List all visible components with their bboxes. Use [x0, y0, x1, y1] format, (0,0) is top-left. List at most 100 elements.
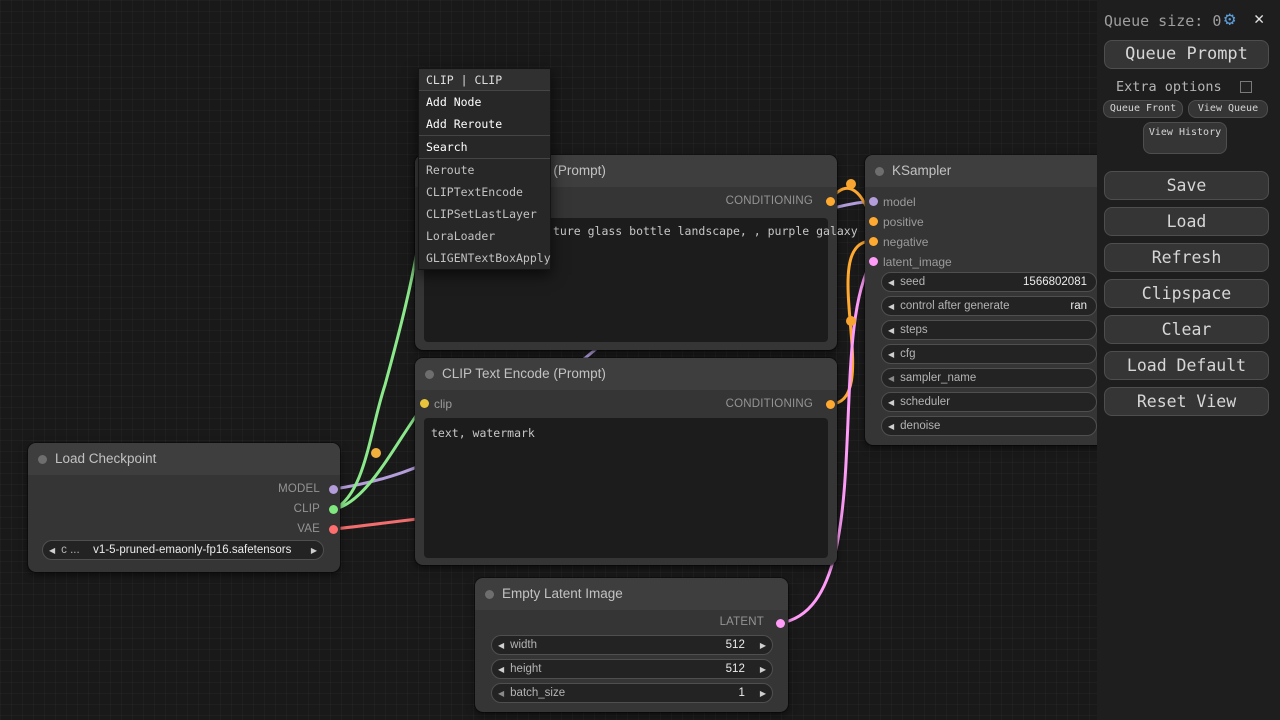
widget-value: v1-5-pruned-emaonly-fp16.safetensors	[80, 544, 305, 556]
ckpt-name-widget[interactable]: ◀ c ... v1-5-pruned-emaonly-fp16.safeten…	[42, 540, 324, 560]
increment-arrow-icon[interactable]: ▶	[754, 641, 772, 650]
increment-arrow-icon[interactable]: ▶	[305, 546, 323, 555]
view-queue-button[interactable]: View Queue	[1188, 100, 1268, 118]
widget-label: control after generate	[900, 300, 1009, 312]
prompt-text: ture glass bottle landscape, , purple ga…	[553, 224, 858, 238]
output-slot-conditioning[interactable]	[826, 197, 835, 206]
output-label-vae: VAE	[297, 523, 320, 535]
clear-button[interactable]: Clear	[1104, 315, 1269, 344]
node-title: Empty Latent Image	[502, 578, 623, 610]
close-icon[interactable]: ✕	[1254, 9, 1264, 29]
widget-value: 1	[565, 687, 754, 699]
menu-search-input[interactable]: Search	[419, 136, 550, 158]
load-default-button[interactable]: Load Default	[1104, 351, 1269, 380]
output-slot-clip[interactable]	[329, 505, 338, 514]
refresh-button[interactable]: Refresh	[1104, 243, 1269, 272]
decrement-arrow-icon[interactable]: ◀	[882, 278, 900, 287]
widget-label: batch_size	[510, 687, 565, 699]
node-ksampler[interactable]: KSampler model positive negative latent_…	[865, 155, 1105, 445]
scheduler-widget[interactable]: ◀ scheduler	[881, 392, 1097, 412]
input-label-negative: negative	[883, 235, 928, 249]
menu-item-reroute[interactable]: Reroute	[419, 159, 550, 181]
decrement-arrow-icon[interactable]: ◀	[492, 665, 510, 674]
load-button[interactable]: Load	[1104, 207, 1269, 236]
node-clip-text-encode-bottom[interactable]: CLIP Text Encode (Prompt) clip CONDITION…	[415, 358, 837, 565]
control-after-generate-widget[interactable]: ◀ control after generate ran	[881, 296, 1097, 316]
widget-value: 512	[542, 663, 754, 675]
output-slot-model[interactable]	[329, 485, 338, 494]
node-title-bar[interactable]: Empty Latent Image	[475, 578, 788, 610]
decrement-arrow-icon[interactable]: ◀	[882, 302, 900, 311]
input-label-clip: clip	[434, 397, 452, 411]
link-dot	[371, 448, 381, 458]
denoise-widget[interactable]: ◀ denoise	[881, 416, 1097, 436]
decrement-arrow-icon[interactable]: ◀	[43, 546, 61, 555]
input-slot-positive[interactable]	[869, 217, 878, 226]
widget-label: seed	[900, 276, 925, 288]
widget-label: denoise	[900, 420, 940, 432]
save-button[interactable]: Save	[1104, 171, 1269, 200]
cfg-widget[interactable]: ◀ cfg	[881, 344, 1097, 364]
menu-item-clipsetlastlayer[interactable]: CLIPSetLastLayer	[419, 203, 550, 225]
output-label-conditioning: CONDITIONING	[726, 398, 813, 410]
reset-view-button[interactable]: Reset View	[1104, 387, 1269, 416]
output-label-clip: CLIP	[294, 503, 320, 515]
menu-item-cliptextencode[interactable]: CLIPTextEncode	[419, 181, 550, 203]
menu-item-gligentextboxapply[interactable]: GLIGENTextBoxApply	[419, 247, 550, 269]
input-slot-negative[interactable]	[869, 237, 878, 246]
batch-size-widget[interactable]: ◀ batch_size 1 ▶	[491, 683, 773, 703]
node-empty-latent-image[interactable]: Empty Latent Image LATENT ◀ width 512 ▶ …	[475, 578, 788, 712]
height-widget[interactable]: ◀ height 512 ▶	[491, 659, 773, 679]
prompt-textarea[interactable]: text, watermark	[424, 418, 828, 558]
input-label-latent-image: latent_image	[883, 255, 952, 269]
node-title-bar[interactable]: KSampler	[865, 155, 1105, 187]
queue-front-button[interactable]: Queue Front	[1103, 100, 1183, 118]
decrement-arrow-icon[interactable]: ◀	[882, 326, 900, 335]
extra-options-label: Extra options	[1116, 79, 1222, 95]
node-status-dot	[485, 590, 494, 599]
increment-arrow-icon[interactable]: ▶	[754, 689, 772, 698]
output-slot-latent[interactable]	[776, 619, 785, 628]
output-slot-vae[interactable]	[329, 525, 338, 534]
node-status-dot	[875, 167, 884, 176]
input-slot-model[interactable]	[869, 197, 878, 206]
widget-label: sampler_name	[900, 372, 976, 384]
output-label-latent: LATENT	[720, 616, 764, 628]
extra-options-checkbox[interactable]	[1240, 81, 1252, 93]
prompt-text: text, watermark	[431, 426, 535, 440]
node-title-bar[interactable]: Load Checkpoint	[28, 443, 340, 475]
decrement-arrow-icon[interactable]: ◀	[882, 398, 900, 407]
context-menu-title: CLIP | CLIP	[419, 69, 550, 91]
clipspace-button[interactable]: Clipspace	[1104, 279, 1269, 308]
steps-widget[interactable]: ◀ steps	[881, 320, 1097, 340]
view-history-button[interactable]: View History	[1143, 122, 1227, 154]
settings-gear-icon[interactable]: ⚙	[1224, 8, 1235, 30]
decrement-arrow-icon[interactable]: ◀	[882, 350, 900, 359]
node-status-dot	[425, 370, 434, 379]
input-label-positive: positive	[883, 215, 924, 229]
width-widget[interactable]: ◀ width 512 ▶	[491, 635, 773, 655]
input-slot-latent-image[interactable]	[869, 257, 878, 266]
queue-prompt-button[interactable]: Queue Prompt	[1104, 40, 1269, 69]
menu-item-add-reroute[interactable]: Add Reroute	[419, 113, 550, 135]
input-slot-clip[interactable]	[420, 399, 429, 408]
output-label-model: MODEL	[278, 483, 320, 495]
menu-item-loraloader[interactable]: LoraLoader	[419, 225, 550, 247]
node-load-checkpoint[interactable]: Load Checkpoint MODEL CLIP VAE ◀ c ... v…	[28, 443, 340, 572]
seed-widget[interactable]: ◀ seed 1566802081	[881, 272, 1097, 292]
widget-label: cfg	[900, 348, 915, 360]
decrement-arrow-icon[interactable]: ◀	[492, 689, 510, 698]
node-title-bar[interactable]: CLIP Text Encode (Prompt)	[415, 358, 837, 390]
link-dot	[846, 316, 856, 326]
decrement-arrow-icon[interactable]: ◀	[882, 422, 900, 431]
queue-size-label: Queue size: 0	[1104, 12, 1221, 30]
decrement-arrow-icon[interactable]: ◀	[882, 374, 900, 383]
decrement-arrow-icon[interactable]: ◀	[492, 641, 510, 650]
widget-value: 1566802081	[925, 276, 1096, 288]
menu-item-add-node[interactable]: Add Node	[419, 91, 550, 113]
output-slot-conditioning[interactable]	[826, 400, 835, 409]
increment-arrow-icon[interactable]: ▶	[754, 665, 772, 674]
sampler-name-widget[interactable]: ◀ sampler_name	[881, 368, 1097, 388]
link-context-menu: CLIP | CLIP Add Node Add Reroute Search …	[418, 68, 551, 270]
node-status-dot	[38, 455, 47, 464]
